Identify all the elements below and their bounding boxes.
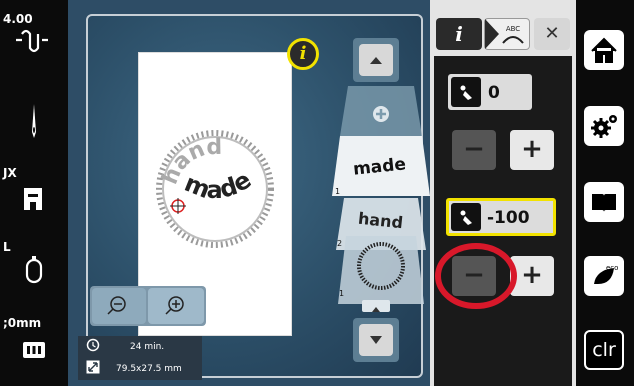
presser-foot-button[interactable] <box>22 186 44 210</box>
close-button[interactable]: ✕ <box>534 18 570 50</box>
panel-info-button[interactable]: i <box>436 18 482 50</box>
annotation-circle <box>435 243 517 309</box>
minus-icon: − <box>463 134 485 164</box>
rotation-value: 0 <box>488 83 500 103</box>
design-text-made: made <box>181 165 256 204</box>
eco-button[interactable]: eco <box>584 256 624 296</box>
arrow-up-small-icon <box>372 307 380 312</box>
stitch-time: 24 min. <box>130 342 165 352</box>
center-crosshair-icon <box>170 198 186 214</box>
layer-item-made[interactable]: made 1 <box>332 136 430 198</box>
close-icon: ✕ <box>544 23 560 44</box>
thread-tension-value: 4.00 <box>3 12 33 26</box>
eco-icon: eco <box>594 264 618 284</box>
hoop-size-label: L <box>3 240 11 254</box>
arc-value: -100 <box>487 208 530 228</box>
clear-button[interactable]: clr <box>584 330 624 370</box>
svg-text:1: 1 <box>339 289 344 298</box>
svg-text:ABC: ABC <box>506 25 520 33</box>
zoom-out-button[interactable] <box>92 288 146 324</box>
plus-icon: + <box>521 134 543 164</box>
book-icon <box>592 194 616 212</box>
add-layer-button[interactable] <box>332 86 430 136</box>
presser-foot-label: JX <box>3 166 17 180</box>
home-button[interactable] <box>584 30 624 70</box>
rotation-decrease-button[interactable]: − <box>452 130 496 170</box>
layer-scroll-down-button[interactable] <box>353 318 399 362</box>
touch-gesture-icon <box>451 77 481 107</box>
zoom-in-icon <box>165 296 184 315</box>
layer-scroll-indicator <box>362 300 390 312</box>
layer-scroll-up-button[interactable] <box>353 38 399 82</box>
layer-item-circle[interactable]: 1 <box>332 236 430 306</box>
gear-icon <box>591 115 617 138</box>
zoom-in-button[interactable] <box>148 288 204 324</box>
resize-icon <box>86 360 100 374</box>
thread-length-value: ;0mm <box>3 316 42 330</box>
arrow-down-icon <box>370 336 382 344</box>
tension-icon <box>16 29 48 53</box>
svg-text:1: 1 <box>335 187 340 196</box>
clock-icon <box>86 338 100 352</box>
text-arc-button[interactable]: ABC <box>484 18 530 50</box>
text-arc-icon: ABC <box>485 19 524 49</box>
feed-dog-icon <box>23 342 45 358</box>
arrow-up-icon <box>370 57 382 64</box>
svg-text:eco: eco <box>606 264 618 272</box>
touch-gesture-icon <box>451 203 481 231</box>
info-button[interactable]: i <box>287 38 319 70</box>
design-size: 79.5x27.5 mm <box>116 364 182 374</box>
home-icon <box>591 37 617 63</box>
hoop-button[interactable] <box>24 256 44 284</box>
tutorial-button[interactable] <box>584 182 624 222</box>
rotation-increase-button[interactable]: + <box>510 130 554 170</box>
settings-button[interactable] <box>584 106 624 146</box>
presser-foot-icon <box>24 188 42 210</box>
needle-icon <box>32 104 36 138</box>
feed-dog-button[interactable] <box>22 340 46 360</box>
hoop-icon <box>25 256 43 284</box>
design-preview[interactable]: hand made <box>150 124 280 254</box>
needle-button[interactable] <box>28 102 40 140</box>
zoom-out-icon <box>107 296 126 315</box>
thread-tension-button[interactable] <box>12 26 52 54</box>
